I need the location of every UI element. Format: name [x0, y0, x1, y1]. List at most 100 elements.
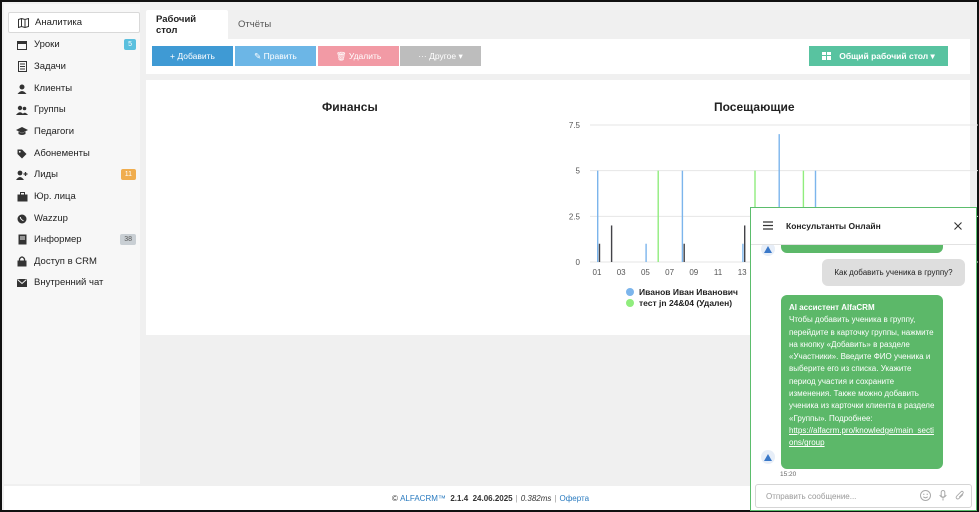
- envelope-icon: [16, 278, 28, 287]
- chart-bar: [597, 170, 599, 262]
- sidebar-item-label: Wazzup: [34, 213, 68, 224]
- render-timing: 0.382ms: [520, 493, 552, 503]
- chat-title: Консультанты Онлайн: [786, 221, 881, 231]
- menu-icon[interactable]: [763, 221, 773, 230]
- chat-input-placeholder: Отправить сообщение...: [766, 491, 857, 501]
- legend-item[interactable]: тест jn 24&04 (Удален): [626, 297, 738, 308]
- chart-bar: [598, 243, 601, 262]
- dashboard-icon: [822, 52, 832, 60]
- toolbar: + Добавить ✎ Править 🗑 Удалить ··· Друго…: [146, 39, 970, 74]
- sidebar-item-analytics[interactable]: Аналитика: [8, 12, 140, 33]
- chart-bar: [610, 225, 613, 262]
- whatsapp-icon: [16, 214, 28, 224]
- x-tick-label: 03: [617, 268, 626, 277]
- tab-reports[interactable]: Отчёты: [228, 10, 281, 39]
- lock-icon: [16, 256, 28, 267]
- chart-bar: [683, 243, 685, 262]
- tag-icon: [16, 149, 28, 159]
- y-tick-label: 7.5: [569, 121, 581, 130]
- version-text: 2.1.4: [450, 493, 469, 503]
- chart-bar: [742, 243, 744, 262]
- map-icon: [17, 17, 29, 28]
- sidebar-item-legal-entities[interactable]: Юр. лица: [8, 186, 140, 207]
- user-message: Как добавить ученика в группу?: [822, 259, 965, 286]
- leads-count-badge: 11: [120, 169, 136, 180]
- release-date: 24.06.2025: [472, 493, 513, 503]
- microphone-icon[interactable]: [939, 490, 947, 501]
- sidebar-item-teachers[interactable]: Педагоги: [8, 121, 140, 142]
- previous-bot-message: [781, 245, 943, 253]
- users-icon: [16, 105, 28, 115]
- legend-item[interactable]: Иванов Иван Иванович: [626, 286, 738, 297]
- bot-avatar: [761, 245, 775, 256]
- tab-desktop[interactable]: Рабочий стол: [146, 10, 228, 39]
- footer-separator: |: [554, 493, 557, 503]
- y-tick-label: 0: [576, 258, 581, 267]
- sidebar-item-informer[interactable]: Информер 38: [8, 229, 140, 250]
- close-icon[interactable]: [954, 222, 962, 230]
- calendar-icon: [16, 40, 28, 50]
- sidebar-item-subscriptions[interactable]: Абонементы: [8, 143, 140, 164]
- bot-message-link[interactable]: https://alfacrm.pro/knowledge/main_secti…: [789, 425, 935, 450]
- x-tick-label: 01: [593, 268, 602, 277]
- offer-link[interactable]: Оферта: [559, 494, 589, 503]
- legend-dot: [626, 298, 634, 307]
- attach-icon[interactable]: [955, 490, 965, 501]
- footer-separator: |: [515, 493, 518, 503]
- x-tick-label: 09: [689, 268, 698, 277]
- sidebar-item-label: Педагоги: [34, 126, 75, 137]
- bot-message-text: Чтобы добавить ученика в группу, перейди…: [789, 315, 935, 423]
- tab-bar: Рабочий стол Отчёты: [146, 10, 970, 39]
- visitors-title: Посещающие: [714, 100, 795, 114]
- x-tick-label: 07: [665, 268, 674, 277]
- sidebar-item-clients[interactable]: Клиенты: [8, 78, 140, 99]
- lessons-count-badge: 5: [124, 39, 136, 50]
- legend-label: Иванов Иван Иванович: [639, 286, 738, 297]
- sidebar: Аналитика Уроки 5 Задачи Клиенты Группы …: [4, 4, 140, 484]
- x-tick-label: 13: [738, 268, 747, 277]
- chat-message-input[interactable]: Отправить сообщение...: [755, 484, 972, 508]
- legend-label: тест jn 24&04 (Удален): [639, 297, 733, 308]
- legend-dot: [626, 287, 634, 296]
- sidebar-item-internal-chat[interactable]: Внутренний чат: [8, 272, 140, 293]
- bot-name: AI ассистент AlfaCRM: [789, 303, 875, 312]
- copyright-sign: ©: [391, 493, 398, 503]
- sidebar-item-wazzup[interactable]: Wazzup: [8, 208, 140, 229]
- bot-message: AI ассистент AlfaCRM Чтобы добавить учен…: [781, 295, 943, 469]
- sidebar-item-label: Аналитика: [35, 17, 83, 28]
- briefcase-icon: [16, 191, 28, 202]
- sidebar-item-label: Абонементы: [34, 148, 90, 159]
- finance-title: Финансы: [322, 100, 378, 114]
- sidebar-item-crm-access[interactable]: Доступ в CRM: [8, 251, 140, 272]
- add-button[interactable]: + Добавить: [152, 46, 233, 66]
- book-icon: [16, 234, 28, 245]
- sidebar-item-label: Задачи: [34, 61, 66, 72]
- y-tick-label: 2.5: [569, 212, 581, 221]
- sidebar-item-groups[interactable]: Группы: [8, 99, 140, 120]
- graduation-cap-icon: [16, 127, 28, 136]
- sidebar-item-label: Клиенты: [34, 83, 73, 94]
- tasks-icon: [16, 61, 28, 72]
- chat-widget: Консультанты Онлайн Как добавить ученика…: [750, 207, 977, 511]
- chart-bar: [681, 170, 684, 262]
- sidebar-item-label: Лиды: [34, 169, 58, 180]
- emoji-icon[interactable]: [920, 490, 931, 501]
- shared-desktop-button[interactable]: Общий рабочий стол ▾: [809, 46, 948, 66]
- app-window: Аналитика Уроки 5 Задачи Клиенты Группы …: [0, 0, 979, 512]
- chat-header: Консультанты Онлайн: [751, 208, 976, 245]
- y-tick-label: 5: [576, 167, 581, 176]
- edit-button[interactable]: ✎ Править: [235, 46, 316, 66]
- chart-bar: [657, 170, 659, 262]
- chart-legend: Иванов Иван Иванович тест jn 24&04 (Удал…: [626, 286, 738, 308]
- sidebar-item-tasks[interactable]: Задачи: [8, 56, 140, 77]
- sidebar-item-label: Доступ в CRM: [34, 256, 97, 267]
- sidebar-item-label: Группы: [34, 104, 66, 115]
- other-dropdown-button[interactable]: ··· Другое ▾: [400, 46, 481, 66]
- brand-link[interactable]: ALFACRM™: [400, 494, 446, 503]
- sidebar-item-lessons[interactable]: Уроки 5: [8, 34, 140, 55]
- sidebar-item-leads[interactable]: Лиды 11: [8, 164, 140, 185]
- user-plus-icon: [16, 170, 28, 180]
- sidebar-item-label: Юр. лица: [34, 191, 76, 202]
- delete-button[interactable]: 🗑 Удалить: [318, 46, 399, 66]
- shared-desktop-label: Общий рабочий стол ▾: [839, 50, 935, 61]
